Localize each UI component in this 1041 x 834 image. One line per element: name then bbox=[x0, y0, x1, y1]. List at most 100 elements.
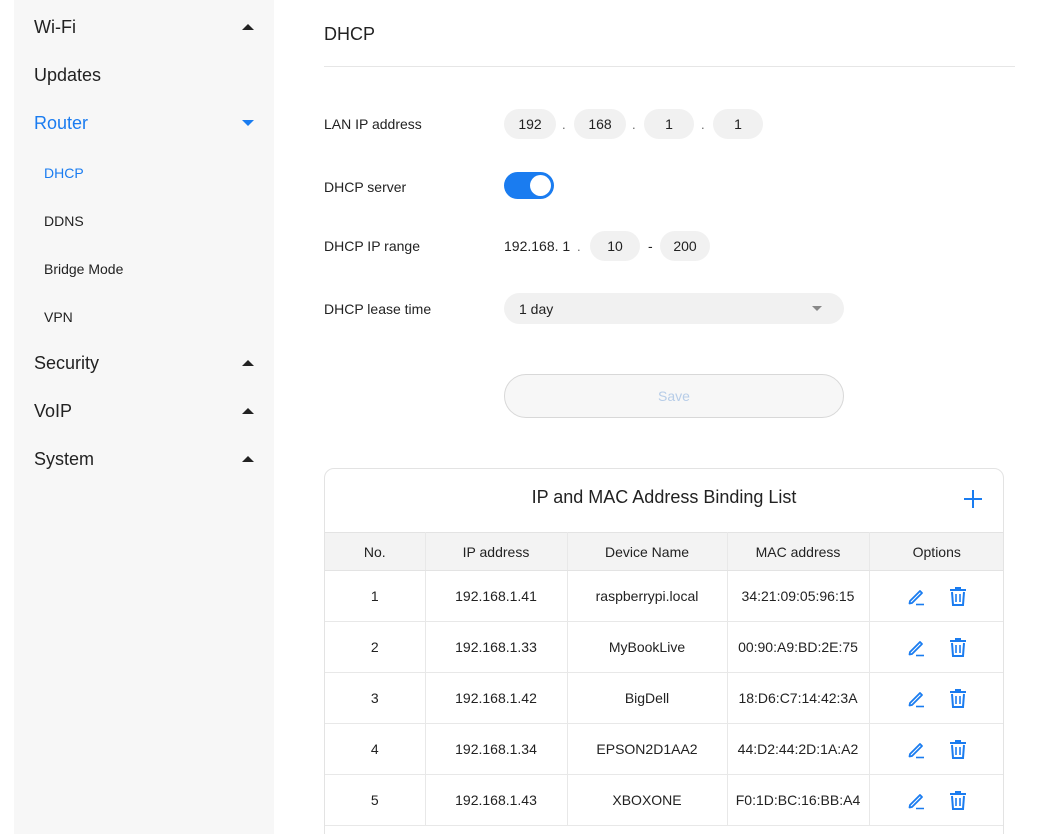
table-row: 4 192.168.1.34 EPSON2D1AA2 44:D2:44:2D:1… bbox=[325, 723, 1004, 775]
dhcp-server-label: DHCP server bbox=[324, 179, 407, 195]
cell-options bbox=[869, 723, 1004, 775]
delete-icon[interactable] bbox=[948, 739, 968, 759]
sub-item-vpn[interactable]: VPN bbox=[44, 306, 73, 328]
cell-no: 4 bbox=[325, 723, 426, 775]
cell-mac: 34:21:09:05:96:15 bbox=[727, 570, 870, 622]
cell-options bbox=[869, 621, 1004, 673]
main-content: DHCP LAN IP address 192 . 168 . 1 . 1 DH… bbox=[324, 0, 1041, 834]
nav-item-label: Security bbox=[34, 352, 100, 373]
nav-item-label: Wi-Fi bbox=[34, 16, 76, 37]
nav-item-updates[interactable]: Updates bbox=[34, 60, 254, 90]
cell-ip: 192.168.1.34 bbox=[425, 723, 568, 775]
cell-options bbox=[869, 570, 1004, 622]
save-button[interactable]: Save bbox=[504, 374, 844, 418]
column-header-ip: IP address bbox=[425, 532, 568, 571]
edit-icon[interactable] bbox=[906, 739, 926, 759]
cell-mac: 18:D6:C7:14:42:3A bbox=[727, 672, 870, 724]
page-title: DHCP bbox=[324, 24, 376, 44]
cell-no: 1 bbox=[325, 570, 426, 622]
dhcp-server-toggle[interactable] bbox=[504, 172, 554, 199]
delete-icon[interactable] bbox=[948, 790, 968, 810]
lan-ip-octet-2[interactable]: 168 bbox=[574, 109, 626, 139]
cell-ip: 192.168.1.42 bbox=[425, 672, 568, 724]
edit-icon[interactable] bbox=[906, 790, 926, 810]
divider bbox=[324, 66, 1015, 67]
row-options bbox=[870, 637, 1004, 657]
ip-separator: . bbox=[562, 117, 566, 132]
lan-ip-octet-4[interactable]: 1 bbox=[713, 109, 763, 139]
cell-no: 5 bbox=[325, 774, 426, 826]
dhcp-range-start-input[interactable]: 10 bbox=[590, 231, 640, 261]
nav-item-router[interactable]: Router bbox=[34, 108, 254, 138]
nav-item-label: Updates bbox=[34, 64, 102, 85]
ip-separator: . bbox=[632, 117, 636, 132]
lan-ip-octet-1[interactable]: 192 bbox=[504, 109, 556, 139]
cell-ip: 192.168.1.41 bbox=[425, 570, 568, 622]
column-header-device-name: Device Name bbox=[567, 532, 728, 571]
chevron-up-icon bbox=[242, 408, 254, 414]
range-dash: - bbox=[648, 238, 653, 254]
sidebar: Wi-Fi Updates Router DHCP DDNS Bridge Mo… bbox=[14, 0, 274, 834]
chevron-up-icon bbox=[242, 360, 254, 366]
cell-mac: F0:1D:BC:16:BB:A4 bbox=[727, 774, 870, 826]
cell-mac: 00:90:A9:BD:2E:75 bbox=[727, 621, 870, 673]
dhcp-range-label: DHCP IP range bbox=[324, 238, 420, 254]
edit-icon[interactable] bbox=[906, 586, 926, 606]
column-header-no: No. bbox=[325, 532, 426, 571]
sub-item-bridge-mode[interactable]: Bridge Mode bbox=[44, 258, 123, 280]
plus-icon[interactable] bbox=[963, 489, 983, 509]
table-row: 2 192.168.1.33 MyBookLive 00:90:A9:BD:2E… bbox=[325, 621, 1004, 673]
row-options bbox=[870, 688, 1004, 708]
ip-separator: . bbox=[577, 239, 581, 254]
edit-icon[interactable] bbox=[906, 688, 926, 708]
binding-list-card: IP and MAC Address Binding List No. IP a… bbox=[324, 468, 1004, 834]
cell-ip: 192.168.1.43 bbox=[425, 774, 568, 826]
lease-time-label: DHCP lease time bbox=[324, 301, 432, 317]
chevron-up-icon bbox=[242, 24, 254, 30]
nav-item-wifi[interactable]: Wi-Fi bbox=[34, 12, 254, 42]
nav-item-system[interactable]: System bbox=[34, 444, 254, 474]
table-row: 1 192.168.1.41 raspberrypi.local 34:21:0… bbox=[325, 570, 1004, 622]
cell-ip: 192.168.1.33 bbox=[425, 621, 568, 673]
table-row: 5 192.168.1.43 XBOXONE F0:1D:BC:16:BB:A4 bbox=[325, 774, 1004, 826]
delete-icon[interactable] bbox=[948, 688, 968, 708]
nav-item-security[interactable]: Security bbox=[34, 348, 254, 378]
nav-item-label: VoIP bbox=[34, 400, 73, 421]
column-header-mac: MAC address bbox=[727, 532, 870, 571]
dhcp-range-prefix: 192.168. 1 bbox=[504, 238, 571, 254]
cell-mac: 44:D2:44:2D:1A:A2 bbox=[727, 723, 870, 775]
sub-item-dhcp[interactable]: DHCP bbox=[44, 162, 84, 184]
chevron-down-icon bbox=[242, 120, 254, 126]
toggle-knob bbox=[530, 175, 551, 196]
cell-device-name: MyBookLive bbox=[567, 621, 728, 673]
cell-device-name: BigDell bbox=[567, 672, 728, 724]
table-header-row: No. IP address Device Name MAC address O… bbox=[325, 532, 1003, 571]
edit-icon[interactable] bbox=[906, 637, 926, 657]
cell-device-name: XBOXONE bbox=[567, 774, 728, 826]
delete-icon[interactable] bbox=[948, 637, 968, 657]
cell-no: 2 bbox=[325, 621, 426, 673]
cell-device-name: raspberrypi.local bbox=[567, 570, 728, 622]
binding-table: No. IP address Device Name MAC address O… bbox=[325, 532, 1004, 826]
dhcp-range-end-input[interactable]: 200 bbox=[660, 231, 710, 261]
cell-options bbox=[869, 774, 1004, 826]
nav-item-label: Router bbox=[34, 112, 89, 133]
row-options bbox=[870, 790, 1004, 810]
cell-device-name: EPSON2D1AA2 bbox=[567, 723, 728, 775]
row-options bbox=[870, 739, 1004, 759]
cell-no: 3 bbox=[325, 672, 426, 724]
cell-options bbox=[869, 672, 1004, 724]
lease-time-select[interactable]: 1 day bbox=[504, 293, 844, 324]
ip-separator: . bbox=[701, 117, 705, 132]
binding-list-title: IP and MAC Address Binding List bbox=[531, 487, 797, 507]
nav-item-label: System bbox=[34, 448, 95, 469]
lan-ip-label: LAN IP address bbox=[324, 116, 422, 132]
delete-icon[interactable] bbox=[948, 586, 968, 606]
lan-ip-octet-3[interactable]: 1 bbox=[644, 109, 694, 139]
table-row: 3 192.168.1.42 BigDell 18:D6:C7:14:42:3A bbox=[325, 672, 1004, 724]
sub-item-ddns[interactable]: DDNS bbox=[44, 210, 84, 232]
chevron-up-icon bbox=[242, 456, 254, 462]
lease-time-value: 1 day bbox=[519, 300, 554, 317]
row-options bbox=[870, 586, 1004, 606]
nav-item-voip[interactable]: VoIP bbox=[34, 396, 254, 426]
